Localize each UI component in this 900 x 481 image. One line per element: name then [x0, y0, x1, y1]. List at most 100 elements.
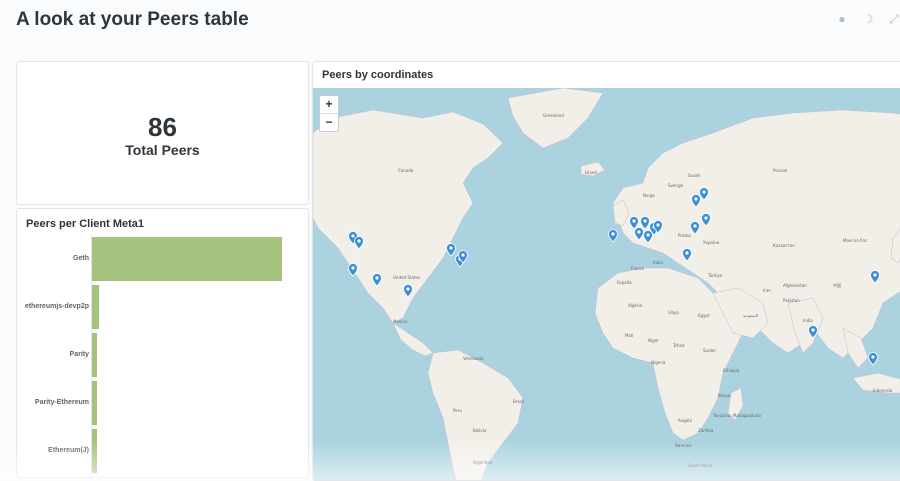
header-actions: ● ☽ ⤢ [836, 13, 900, 25]
map-place-label: Italia [653, 260, 663, 265]
bar-row[interactable]: Parity-Ethereum [17, 379, 307, 425]
map-marker-dot [656, 223, 660, 227]
map-place-label: Pakistan [783, 298, 800, 303]
bar-label: Ethereum(J) [48, 447, 89, 454]
map-marker-dot [611, 232, 615, 236]
map-place-label: Libya [668, 310, 679, 315]
map-place-label: Україна [703, 240, 720, 245]
page-title: A look at your Peers table [16, 9, 249, 30]
map-place-label: Suomi [688, 173, 701, 178]
zoom-in-button[interactable]: + [320, 96, 338, 114]
map-marker-dot [375, 276, 379, 280]
map-place-label: Niger [648, 338, 659, 343]
map-place-label: Tchad [673, 343, 685, 348]
scalar-value: 86 [148, 112, 177, 142]
bar[interactable] [92, 285, 99, 329]
map-place-label: Ethiopia [723, 368, 740, 373]
bar-row[interactable]: Parity [17, 331, 307, 377]
map-marker-dot [351, 266, 355, 270]
info-icon[interactable]: ● [836, 13, 848, 25]
map-marker-icon[interactable] [446, 243, 456, 257]
map-place-label: Tanzania [713, 413, 731, 418]
map-marker-dot [449, 246, 453, 250]
map-place-label: España [617, 280, 632, 285]
map-marker-dot [646, 233, 650, 237]
map-place-label: South Africa [688, 463, 713, 468]
map-place-label: Mali [625, 333, 634, 338]
map-place-label: السعودية [743, 313, 758, 318]
map-place-label: Namibia [675, 443, 692, 448]
map-place-label: Sudan [703, 348, 716, 353]
map-place-label: Kenya [718, 393, 731, 398]
map-place-label: Angola [678, 418, 692, 423]
zoom-out-button[interactable]: − [320, 114, 338, 131]
map-place-label: Brasil [513, 399, 525, 404]
central-america [392, 322, 434, 357]
map-place-label: 中国 [833, 283, 841, 288]
bar-label: Parity-Ethereum [34, 399, 89, 406]
bar-label: ethereumjs-devp2p [24, 303, 89, 310]
map-place-label: Nigeria [651, 360, 666, 365]
map-place-label: India [803, 318, 813, 323]
zoom-control: + − [319, 95, 339, 132]
map-marker-dot [873, 273, 877, 277]
map-place-label: Peru [453, 408, 462, 413]
map-svg [313, 88, 900, 480]
map-place-label: Казахстан [773, 243, 795, 248]
map-place-label: Bolivia [473, 428, 487, 433]
map-place-label: Polska [678, 233, 691, 238]
peers-map-card[interactable]: Peers by coordinates + − Canada United S… [312, 61, 900, 481]
map-place-label: Egypt [698, 313, 710, 318]
map-place-label: France [631, 266, 645, 271]
map-place-label: Ísland [585, 170, 597, 175]
map-marker-dot [637, 230, 641, 234]
moon-icon[interactable]: ☽ [862, 13, 874, 25]
map-marker-dot [811, 328, 815, 332]
map-place-label: Madagasikara [733, 413, 761, 418]
peers-per-client-card[interactable]: Peers per Client Meta1 Geth ethereumjs-de… [16, 208, 309, 478]
map-marker-dot [406, 287, 410, 291]
bar-label: Geth [73, 255, 89, 262]
map-title: Peers by coordinates [322, 69, 434, 81]
greenland [507, 88, 604, 149]
map-place-label: Sverige [668, 183, 684, 188]
bar[interactable] [92, 237, 282, 281]
map-marker-dot [461, 253, 465, 257]
map-marker-dot [351, 234, 355, 238]
bar-label: Parity [69, 351, 89, 358]
map-marker-dot [702, 190, 706, 194]
map-marker-dot [643, 219, 647, 223]
map-place-label: Venezuela [463, 356, 484, 361]
map-marker-dot [871, 355, 875, 359]
map-place-label: Zambia [698, 428, 714, 433]
map-marker-dot [693, 224, 697, 228]
map-marker-dot [704, 216, 708, 220]
map-place-label: Mexico [393, 319, 407, 324]
bar[interactable] [92, 429, 97, 473]
map-place-label: Algérie [628, 303, 643, 308]
map-marker-dot [685, 251, 689, 255]
bar[interactable] [92, 333, 97, 377]
bar-row[interactable]: Geth [17, 235, 307, 281]
map-place-label: Norge [643, 193, 656, 198]
world-map[interactable]: + − Canada United States Mexico Venezuela Br… [313, 88, 900, 480]
map-marker-dot [632, 219, 636, 223]
map-place-label: Россия [773, 168, 788, 173]
map-place-label: Canada [398, 168, 414, 173]
map-marker-dot [357, 239, 361, 243]
land-masses [313, 88, 900, 480]
map-marker-icon[interactable] [868, 352, 878, 366]
map-marker-dot [694, 197, 698, 201]
map-place-label: Argentina [473, 460, 493, 465]
map-place-label: Iran [763, 288, 771, 293]
map-place-label: Greenland [543, 113, 564, 118]
bar-row[interactable]: Ethereum(J) [17, 427, 307, 473]
bar-chart-title: Peers per Client Meta1 [26, 218, 144, 230]
bar-row[interactable]: ethereumjs-devp2p [17, 283, 307, 329]
total-peers-card[interactable]: 86 Total Peers [16, 61, 309, 205]
map-place-label: Indonesia [873, 388, 893, 393]
fullscreen-icon[interactable]: ⤢ [888, 13, 900, 25]
bar[interactable] [92, 381, 97, 425]
map-place-label: Afghanistan [783, 283, 807, 288]
map-marker-icon[interactable] [608, 229, 618, 243]
